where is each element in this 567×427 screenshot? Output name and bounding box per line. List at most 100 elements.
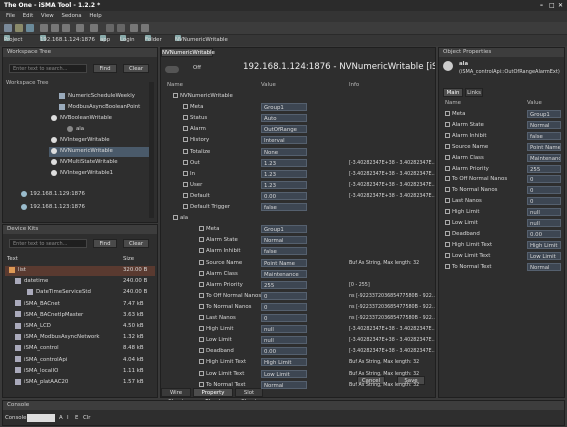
property-value[interactable]: 0 — [261, 291, 307, 300]
property-value[interactable]: null — [527, 208, 561, 217]
kit-row[interactable]: list 320.00 B — [5, 266, 155, 276]
property-value[interactable]: 0.00 — [261, 191, 307, 200]
property-row[interactable]: Deadband 0.00 [-3.40282347E+38 - 3.4028234… — [163, 347, 435, 356]
object-property-row[interactable]: Meta Group1 — [441, 110, 563, 119]
object-property-row[interactable]: Low Limit Text Low Limit — [441, 251, 563, 261]
property-value[interactable]: Maintenance — [527, 153, 561, 162]
property-row[interactable]: Alarm Inhibit false — [163, 247, 435, 256]
property-row[interactable]: Default 0.00 [-3.40282347E+38 - 3.40282347… — [163, 191, 435, 201]
sync-icon[interactable] — [90, 24, 98, 32]
property-row[interactable]: Source Name Point Name Buf As String, Max … — [163, 258, 435, 268]
object-property-row[interactable]: High Limit Text High Limit — [441, 240, 563, 250]
property-value[interactable]: Low Limit — [261, 369, 307, 378]
workspace-find-button[interactable]: Find — [93, 64, 117, 73]
menu-view[interactable]: View — [41, 13, 54, 19]
property-row[interactable]: Alarm Class Maintenance — [163, 269, 435, 279]
property-value[interactable]: Point Name — [527, 142, 561, 151]
property-row[interactable]: Default Trigger false — [163, 203, 435, 212]
tree-item-selected[interactable]: NVNumericWritable — [49, 147, 149, 157]
property-value[interactable]: Auto — [261, 114, 307, 123]
open-icon[interactable] — [15, 24, 23, 32]
property-value[interactable]: Group1 — [527, 110, 561, 118]
property-value[interactable]: false — [527, 131, 561, 140]
menu-sedona[interactable]: Sedona — [61, 13, 81, 19]
tree-item[interactable]: 192.168.1.129:1876 — [21, 190, 85, 200]
menu-file[interactable]: File — [6, 13, 15, 19]
object-property-row[interactable]: Low Limit null — [441, 219, 563, 228]
property-value[interactable]: 0 — [527, 197, 561, 206]
console-a-button[interactable]: A — [59, 415, 63, 421]
object-property-row[interactable]: Alarm Class Maintenance — [441, 153, 563, 163]
undo-icon[interactable] — [106, 24, 114, 32]
property-value[interactable]: null — [261, 336, 307, 345]
tree-item[interactable]: 192.168.1.123:1876 — [21, 203, 85, 213]
property-row[interactable]: Meta Group1 — [163, 103, 435, 112]
property-row[interactable]: Last Nanos 0 ns [-922337203685477580B - 92… — [163, 314, 435, 323]
minimize-icon[interactable]: – — [540, 0, 543, 11]
tree-item[interactable]: NVIntegerWritable — [51, 136, 110, 146]
property-row[interactable]: In 1.23 [-3.40282347E+38 - 3.40282347E... — [163, 169, 435, 179]
object-property-row[interactable]: Alarm Inhibit false — [441, 131, 563, 141]
console-e-button[interactable]: E — [75, 415, 78, 421]
new-icon[interactable] — [4, 24, 12, 32]
devicekits-clear-button[interactable]: Clear — [123, 239, 149, 248]
kit-row[interactable]: iSMA_LCD 4.50 kB — [5, 322, 155, 332]
property-value[interactable]: 1.23 — [261, 180, 307, 189]
kit-row[interactable]: iSMA_BACnet 7.47 kB — [5, 300, 155, 310]
tree-item[interactable]: NVBooleanWritable — [51, 114, 112, 124]
menu-edit[interactable]: Edit — [23, 13, 33, 19]
disconnect-icon[interactable] — [51, 24, 59, 32]
property-value[interactable]: 0 — [261, 302, 307, 311]
kit-row[interactable]: iSMA_platAAC20 1.57 kB — [5, 378, 155, 388]
property-row[interactable]: Out 1.23 [-3.40282347E+38 - 3.40282347E... — [163, 158, 435, 168]
tab-links[interactable]: Links — [465, 88, 483, 97]
property-row[interactable]: High Limit Text High Limit Buf As String, … — [163, 358, 435, 367]
kit-row[interactable]: datetime 240.00 B — [5, 277, 155, 287]
devicekits-search-input[interactable]: Enter text to search... — [9, 239, 87, 248]
console-clear-button[interactable]: Clr — [83, 415, 90, 421]
console-i-button[interactable]: I — [67, 415, 69, 421]
kit-row[interactable]: iSMA_controlApi 4.04 kB — [5, 356, 155, 366]
property-value[interactable]: 255 — [261, 280, 307, 289]
property-row[interactable]: Low Limit null [-3.40282347E+38 - 3.402823… — [163, 336, 435, 345]
property-row[interactable]: User 1.23 [-3.40282347E+38 - 3.40282347E..… — [163, 180, 435, 190]
property-value[interactable]: Low Limit — [527, 251, 561, 260]
console-input[interactable] — [27, 414, 55, 422]
property-row[interactable]: Low Limit Text Low Limit Buf As String, Ma… — [163, 369, 435, 379]
close-icon[interactable]: ✕ — [558, 0, 563, 11]
property-value[interactable]: None — [261, 147, 307, 156]
property-value[interactable]: Normal — [527, 120, 561, 129]
object-property-row[interactable]: Deadband 0.00 — [441, 229, 563, 239]
settings-icon[interactable] — [130, 24, 138, 32]
object-property-row[interactable]: Alarm State Normal — [441, 120, 563, 130]
tab-component[interactable]: NVNumericWritable — [161, 48, 215, 57]
tree-item[interactable]: NumericScheduleWeekly — [59, 92, 135, 102]
property-value[interactable]: false — [261, 247, 307, 256]
kit-row[interactable]: iSMA_BACnetIpMaster 3.63 kB — [5, 311, 155, 321]
maximize-icon[interactable]: □ — [549, 0, 555, 11]
tree-item[interactable]: ModbusAsyncBooleanPoint — [59, 103, 140, 113]
property-value[interactable]: Group1 — [261, 225, 307, 234]
workspace-clear-button[interactable]: Clear — [123, 64, 149, 73]
property-value[interactable]: 1.23 — [261, 169, 307, 178]
property-row[interactable]: To Normal Text Normal Buf As String, Max l… — [163, 380, 435, 390]
property-group-row[interactable]: NVNumericWritable — [163, 92, 435, 101]
object-property-row[interactable]: Source Name Point Name — [441, 142, 563, 152]
property-value[interactable]: 0 — [527, 175, 561, 184]
property-value[interactable]: 0.00 — [261, 347, 307, 356]
property-value[interactable]: Normal — [261, 236, 307, 245]
property-value[interactable]: false — [261, 203, 307, 211]
object-property-row[interactable]: To Off Normal Nanos 0 — [441, 175, 563, 184]
property-value[interactable]: Point Name — [261, 258, 307, 267]
property-value[interactable]: High Limit — [527, 240, 561, 249]
property-row[interactable]: Alarm OutOfRange — [163, 125, 435, 134]
property-row[interactable]: High Limit null [-3.40282347E+38 - 3.40282… — [163, 325, 435, 334]
property-value[interactable]: Group1 — [261, 103, 307, 112]
tree-item[interactable]: ala — [67, 125, 84, 135]
grid-icon[interactable] — [141, 24, 149, 32]
property-value[interactable]: 255 — [527, 164, 561, 173]
property-value[interactable]: Interval — [261, 136, 307, 145]
property-row[interactable]: Meta Group1 — [163, 225, 435, 234]
object-property-row[interactable]: Last Nanos 0 — [441, 197, 563, 206]
workspace-scrollbar[interactable] — [149, 82, 154, 218]
